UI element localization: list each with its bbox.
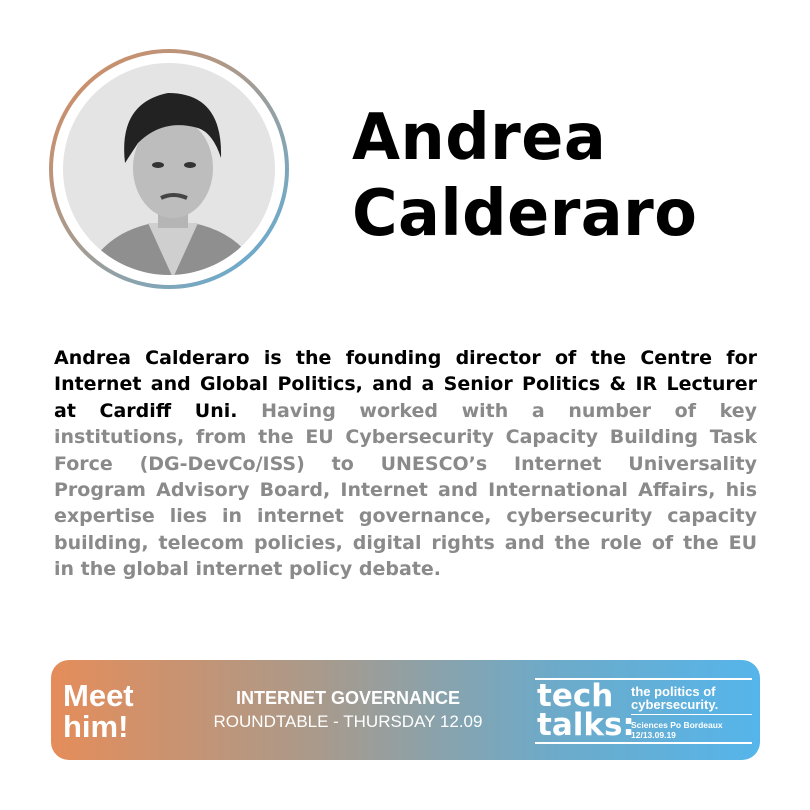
org-name: Sciences Po Bordeaux <box>631 720 723 730</box>
topic-subtitle: ROUNDTABLE - THURSDAY 12.09 <box>213 712 483 731</box>
bio-text-segment: Force (DG-DevCo/ISS) to UNESCO’s Interne… <box>54 452 757 475</box>
bio-line: institutions, from the EU Cybersecurity … <box>54 424 757 450</box>
event-dates: 12/13.09.19 <box>631 730 676 740</box>
event-banner: Meet him! INTERNET GOVERNANCE ROUNDTABLE… <box>51 660 760 760</box>
bio-line: Program Advisory Board, Internet and Int… <box>54 477 757 503</box>
bio-text-segment: Andrea Calderaro is the founding directo… <box>54 347 757 369</box>
meet-line-2: him! <box>63 709 129 744</box>
meet-him-label: Meet him! <box>63 680 134 742</box>
bio-text-segment: Internet and Global Politics, and a Seni… <box>54 373 757 396</box>
bio-text-segment: institutions, from the EU Cybersecurity … <box>54 426 757 449</box>
bio-text-segment: building, telecom policies, digital righ… <box>54 531 757 554</box>
tech-talks-logo: tech talks: the politics of cybersecurit… <box>535 678 752 744</box>
bio-line: at Cardiff Uni. Having worked with a num… <box>54 398 757 424</box>
logo-line-2: talks: <box>537 707 635 743</box>
bio-text-segment: in the global internet policy debate. <box>54 558 442 581</box>
profile-photo <box>63 63 275 275</box>
logo-divider <box>631 714 752 715</box>
bio-text-segment: at Cardiff Uni. <box>54 399 262 422</box>
speaker-first-name: Andrea <box>352 101 607 175</box>
logo-tagline: the politics of cybersecurity. <box>631 685 718 711</box>
bio-line: building, telecom policies, digital righ… <box>54 530 757 556</box>
logo-org: Sciences Po Bordeaux 12/13.09.19 <box>631 720 723 740</box>
bio-line: in the global internet policy debate. <box>54 556 757 582</box>
topic-title: INTERNET GOVERNANCE <box>235 688 460 708</box>
event-topic: INTERNET GOVERNANCE ROUNDTABLE - THURSDA… <box>203 686 493 734</box>
speaker-name: Andrea Calderaro <box>352 100 697 252</box>
tagline-2: cybersecurity. <box>631 697 719 712</box>
bio-text-segment: Having worked with a number of key <box>261 399 757 422</box>
speaker-bio: Andrea Calderaro is the founding directo… <box>54 345 757 583</box>
bio-text-segment: Program Advisory Board, Internet and Int… <box>54 479 757 502</box>
bio-text-segment: expertise lies in internet governance, c… <box>54 505 757 528</box>
meet-line-1: Meet <box>63 678 134 713</box>
bio-line: expertise lies in internet governance, c… <box>54 503 757 529</box>
bio-line: Andrea Calderaro is the founding directo… <box>54 345 757 371</box>
profile-photo-frame <box>49 49 289 289</box>
bio-line: Force (DG-DevCo/ISS) to UNESCO’s Interne… <box>54 451 757 477</box>
bio-line: Internet and Global Politics, and a Seni… <box>54 371 757 397</box>
speaker-last-name: Calderaro <box>352 177 698 251</box>
